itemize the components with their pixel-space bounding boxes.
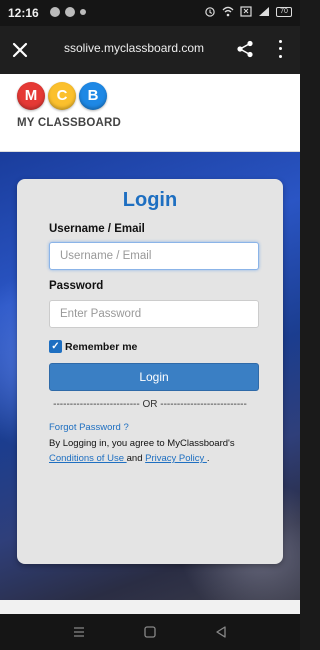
- and-text: and: [126, 453, 143, 464]
- logo-circles: M C B: [17, 82, 127, 110]
- agree-suffix: .: [206, 453, 210, 464]
- browser-toolbar: ssolive.myclassboard.com: [0, 26, 300, 74]
- login-card: Login Username / Email Password ✓ Rememb…: [17, 179, 283, 564]
- site-header: M C B MY CLASSBOARD: [0, 74, 300, 152]
- terms-agreement-text: By Logging in, you agree to MyClassboard…: [49, 436, 271, 466]
- password-label: Password: [49, 280, 104, 292]
- wifi-icon: [222, 6, 234, 17]
- close-icon[interactable]: [10, 40, 30, 60]
- url-text[interactable]: ssolive.myclassboard.com: [64, 41, 204, 55]
- status-bar: 12:16 70: [0, 0, 300, 26]
- remember-me-checkbox[interactable]: ✓: [49, 340, 62, 353]
- screen-record-icon: [240, 6, 252, 17]
- notification-icon: [50, 7, 60, 17]
- menu-icon[interactable]: [72, 625, 86, 639]
- signal-icon: [259, 7, 269, 16]
- battery-icon: 70: [276, 6, 292, 17]
- notification-icon: [65, 7, 75, 17]
- back-icon[interactable]: [214, 625, 228, 639]
- username-input[interactable]: [49, 242, 259, 270]
- logo-letter-m: M: [17, 82, 45, 110]
- notification-icon: [80, 9, 86, 15]
- status-right-icons: 70: [204, 6, 292, 17]
- logo-letter-b: B: [79, 82, 107, 110]
- conditions-of-use-link[interactable]: Conditions of Use: [49, 453, 127, 464]
- alarm-icon: [205, 7, 215, 17]
- share-icon[interactable]: [236, 40, 254, 58]
- notification-icons: [50, 7, 86, 17]
- login-title: Login: [122, 189, 178, 211]
- forgot-password-link[interactable]: Forgot Password ?: [49, 422, 129, 433]
- page-footer-strip: [0, 600, 300, 614]
- remember-me-label: Remember me: [65, 340, 138, 353]
- status-time: 12:16: [8, 6, 39, 20]
- home-icon[interactable]: [143, 625, 157, 639]
- remember-me-row[interactable]: ✓ Remember me: [49, 340, 137, 353]
- privacy-policy-link[interactable]: Privacy Policy: [145, 453, 207, 464]
- password-input[interactable]: [49, 300, 259, 328]
- username-label: Username / Email: [49, 223, 145, 235]
- more-vert-icon[interactable]: [275, 38, 285, 60]
- logo-letter-c: C: [48, 82, 76, 110]
- login-button[interactable]: Login: [49, 363, 259, 391]
- logo-text: MY CLASSBOARD: [17, 117, 121, 129]
- or-divider: -------------------------- OR ----------…: [53, 399, 247, 410]
- myclassboard-logo[interactable]: M C B MY CLASSBOARD: [17, 82, 127, 144]
- agree-prefix: By Logging in, you agree to MyClassboard…: [49, 438, 235, 449]
- system-nav-bar: [0, 614, 300, 650]
